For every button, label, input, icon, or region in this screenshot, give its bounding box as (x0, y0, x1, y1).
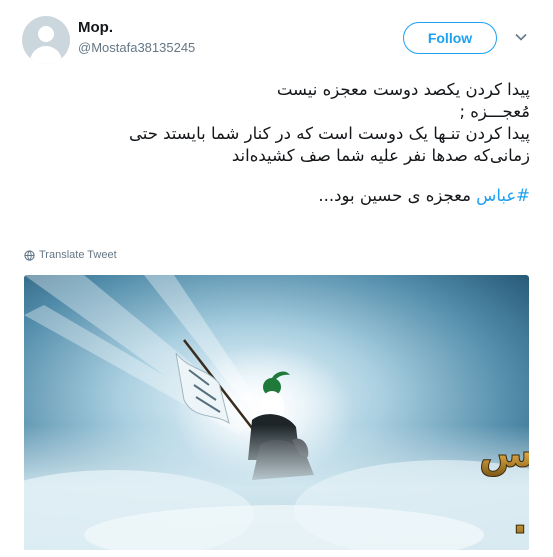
tweet-text-line: پیدا کردن تنـها یک دوست است که در کنار ش… (128, 124, 530, 143)
hashtag-link[interactable]: #عباس (476, 186, 530, 205)
tweet-media-image[interactable]: عبــاس معجزه ی حسـین بود ... (24, 275, 529, 550)
translate-label: Translate Tweet (39, 249, 117, 261)
avatar[interactable] (22, 16, 70, 64)
tweet-text-line-hashtag: #عباس معجزه ی حسین بود... (20, 185, 530, 207)
tweet-text-line: زمانی‌که صدها نفر علیه شما صف کشیده‌اند (231, 146, 530, 165)
globe-icon (24, 249, 35, 261)
default-avatar-icon (38, 26, 54, 42)
tweet-text-line: پیدا کردن یکصد دوست معجزه نیست (276, 80, 530, 99)
follow-button[interactable]: Follow (403, 22, 497, 54)
tweet-text: پیدا کردن یکصد دوست معجزه نیست مُعجـــزه… (20, 79, 530, 207)
media-caption-line2: معجزه ی حسـین بود ... (512, 494, 529, 544)
chevron-down-icon[interactable] (514, 30, 528, 44)
tweet-text-rest: معجزه ی حسین بود... (318, 186, 477, 205)
tweet-header: Mop. @Mostafa38135245 Follow (0, 0, 553, 70)
display-name[interactable]: Mop. (78, 19, 113, 36)
media-caption-line1: عبــاس (479, 431, 529, 477)
translate-tweet-link[interactable]: Translate Tweet (24, 249, 117, 261)
user-handle[interactable]: @Mostafa38135245 (78, 40, 195, 55)
media-artwork: عبــاس معجزه ی حسـین بود ... (24, 275, 529, 550)
tweet-text-line: مُعجـــزه ; (459, 102, 530, 121)
